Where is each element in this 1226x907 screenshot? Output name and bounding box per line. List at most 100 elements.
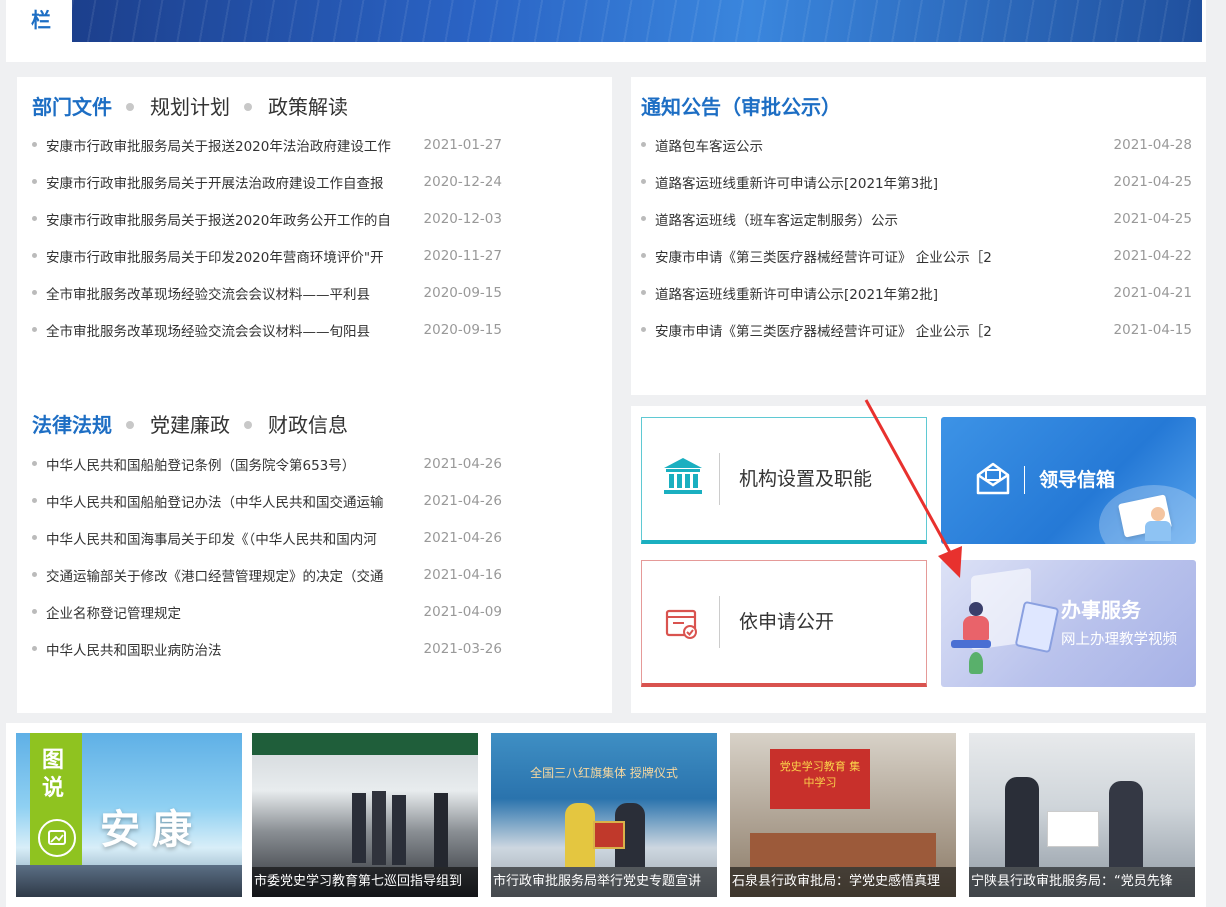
news-title[interactable]: 安康市行政审批服务局关于报送2020年政务公开工作的自	[46, 209, 406, 229]
notice-item[interactable]: 道路客运班线（班车客运定制服务）公示 2021-04-25	[641, 200, 1192, 237]
photo-news-1[interactable]: 市委党史学习教育第七巡回指导组到	[252, 733, 478, 897]
notice-item[interactable]: 安康市申请《第三类医疗器械经营许可证》 企业公示［2 2021-04-22	[641, 237, 1192, 274]
news-item[interactable]: 中华人民共和国职业病防治法 2021-03-26	[32, 630, 502, 667]
notice-item[interactable]: 道路包车客运公示 2021-04-28	[641, 126, 1192, 163]
news-item[interactable]: 中华人民共和国海事局关于印发《（中华人民共和国内河 2021-04-26	[32, 519, 502, 556]
notice-item-date: 2021-04-25	[1113, 173, 1192, 190]
news-title[interactable]: 安康市行政审批服务局关于印发2020年营商环境评价"开	[46, 246, 406, 266]
bullet	[641, 253, 646, 258]
notice-item[interactable]: 道路客运班线重新许可申请公示[2021年第2批] 2021-04-21	[641, 274, 1192, 311]
news-item[interactable]: 安康市行政审批服务局关于报送2020年法治政府建设工作 2021-01-27	[32, 126, 502, 163]
news-item[interactable]: 中华人民共和国船舶登记办法（中华人民共和国交通运输 2021-04-26	[32, 482, 502, 519]
photo-person	[392, 795, 406, 865]
photo-news-2[interactable]: 全国三八红旗集体 授牌仪式 市行政审批服务局举行党史专题宣讲	[491, 733, 717, 897]
photo-person	[565, 803, 595, 867]
photo-news-3[interactable]: 党史学习教育 集中学习 石泉县行政审批局：学党史感悟真理	[730, 733, 956, 897]
bullet	[32, 216, 37, 221]
red-arrow-annotation	[864, 399, 962, 578]
tile-divider	[719, 453, 720, 505]
tab-laws[interactable]: 法律法规	[32, 410, 112, 440]
tushuo-char-2: 说	[42, 776, 65, 801]
tab-party-integrity[interactable]: 党建廉政	[150, 410, 230, 440]
news-title[interactable]: 交通运输部关于修改《港口经营管理规定》的决定（交通	[46, 565, 406, 585]
news-date: 2020-09-15	[423, 284, 502, 301]
tab-dept-files[interactable]: 部门文件	[32, 92, 112, 122]
leader-mailbox-label: 领导信箱	[1039, 469, 1116, 491]
photo-caption[interactable]: 宁陕县行政审批服务局：“党员先锋	[969, 867, 1195, 897]
image-icon	[38, 819, 76, 857]
notice-title[interactable]: 通知公告（审批公示）	[641, 92, 841, 122]
tab-finance-info[interactable]: 财政信息	[268, 410, 348, 440]
news-title[interactable]: 中华人民共和国海事局关于印发《（中华人民共和国内河	[46, 528, 406, 548]
news-item[interactable]: 安康市行政审批服务局关于印发2020年营商环境评价"开 2020-11-27	[32, 237, 502, 274]
news-title[interactable]: 中华人民共和国船舶登记条例（国务院令第653号）	[46, 454, 406, 474]
news-item[interactable]: 企业名称登记管理规定 2021-04-09	[32, 593, 502, 630]
top-banner-image[interactable]	[72, 0, 1202, 42]
notice-item-title[interactable]: 安康市申请《第三类医疗器械经营许可证》 企业公示［2	[655, 320, 1015, 340]
bullet	[32, 290, 37, 295]
news-title[interactable]: 安康市行政审批服务局关于报送2020年法治政府建设工作	[46, 135, 406, 155]
notice-item-title[interactable]: 道路客运班线重新许可申请公示[2021年第2批]	[655, 283, 1015, 303]
photo-tushuo-ankang[interactable]: 图 说 安康	[16, 733, 242, 897]
dept-documents-card: 部门文件 规划计划 政策解读 安康市行政审批服务局关于报送2020年法治政府建设…	[17, 77, 612, 713]
news-item[interactable]: 安康市行政审批服务局关于报送2020年政务公开工作的自 2020-12-03	[32, 200, 502, 237]
notice-item-date: 2021-04-15	[1113, 321, 1192, 338]
news-title[interactable]: 企业名称登记管理规定	[46, 602, 406, 622]
bullet	[32, 609, 37, 614]
news-item[interactable]: 安康市行政审批服务局关于开展法治政府建设工作自查报 2020-12-24	[32, 163, 502, 200]
ankang-calligraphy: 安康	[100, 806, 204, 853]
news-date: 2020-11-27	[423, 247, 502, 264]
news-item[interactable]: 交通运输部关于修改《港口经营管理规定》的决定（交通 2021-04-16	[32, 556, 502, 593]
decor-person-body	[1145, 521, 1171, 541]
notice-item-date: 2021-04-21	[1113, 284, 1192, 301]
notice-item-title[interactable]: 道路客运班线重新许可申请公示[2021年第3批]	[655, 172, 1015, 192]
leader-mailbox-tile[interactable]: 领导信箱	[941, 417, 1196, 544]
service-handling-tile[interactable]: 办事服务 网上办理教学视频	[941, 560, 1196, 687]
bullet	[32, 646, 37, 651]
photo-banner-text: 全国三八红旗集体 授牌仪式	[530, 766, 678, 780]
bullet	[32, 179, 37, 184]
news-title[interactable]: 中华人民共和国船舶登记办法（中华人民共和国交通运输	[46, 491, 406, 511]
bullet	[641, 290, 646, 295]
notice-list: 道路包车客运公示 2021-04-28 道路客运班线重新许可申请公示[2021年第…	[641, 126, 1192, 348]
apply-disclosure-label: 依申请公开	[739, 611, 835, 633]
tab-planning[interactable]: 规划计划	[150, 92, 230, 122]
news-item[interactable]: 全市审批服务改革现场经验交流会会议材料——平利县 2020-09-15	[32, 274, 502, 311]
bullet	[32, 461, 37, 466]
notice-item-date: 2021-04-25	[1113, 210, 1192, 227]
photo-news-4[interactable]: 宁陕县行政审批服务局：“党员先锋	[969, 733, 1195, 897]
photo-caption[interactable]: 市行政审批服务局举行党史专题宣讲	[491, 867, 717, 897]
tab-policy-interpretation[interactable]: 政策解读	[268, 92, 348, 122]
decor-person-head	[1151, 507, 1165, 521]
photo-screen-text: 党史学习教育 集中学习	[779, 760, 861, 789]
photo-certificate	[1047, 811, 1099, 847]
notice-item-title[interactable]: 道路客运班线（班车客运定制服务）公示	[655, 209, 1015, 229]
law-tabs: 法律法规 党建廉政 财政信息	[32, 410, 348, 440]
photo-person	[1109, 781, 1143, 867]
notice-item-title[interactable]: 道路包车客运公示	[655, 135, 1015, 155]
bullet	[32, 142, 37, 147]
bullet	[32, 572, 37, 577]
notice-item-title[interactable]: 安康市申请《第三类医疗器械经营许可证》 企业公示［2	[655, 246, 1015, 266]
photo-person	[372, 791, 386, 865]
bullet	[32, 327, 37, 332]
news-item[interactable]: 中华人民共和国船舶登记条例（国务院令第653号） 2021-04-26	[32, 445, 502, 482]
dept-tabs: 部门文件 规划计划 政策解读	[32, 92, 348, 122]
bullet	[641, 179, 646, 184]
news-title[interactable]: 安康市行政审批服务局关于开展法治政府建设工作自查报	[46, 172, 406, 192]
news-item[interactable]: 全市审批服务改革现场经验交流会会议材料——旬阳县 2020-09-15	[32, 311, 502, 348]
notice-item[interactable]: 道路客运班线重新许可申请公示[2021年第3批] 2021-04-25	[641, 163, 1192, 200]
decor-person-body	[963, 616, 989, 640]
tab-separator-dot	[126, 103, 134, 111]
photo-caption[interactable]: 市委党史学习教育第七巡回指导组到	[252, 867, 478, 897]
photo-meeting-table	[750, 833, 936, 867]
notice-item-date: 2021-04-22	[1113, 247, 1192, 264]
notice-item[interactable]: 安康市申请《第三类医疗器械经营许可证》 企业公示［2 2021-04-15	[641, 311, 1192, 348]
photo-caption[interactable]: 石泉县行政审批局：学党史感悟真理	[730, 867, 956, 897]
news-title[interactable]: 中华人民共和国职业病防治法	[46, 639, 406, 659]
news-date: 2021-04-26	[423, 455, 502, 472]
column-label: 栏	[31, 8, 51, 32]
photo-person	[434, 793, 448, 867]
news-title[interactable]: 全市审批服务改革现场经验交流会会议材料——旬阳县	[46, 320, 406, 340]
news-title[interactable]: 全市审批服务改革现场经验交流会会议材料——平利县	[46, 283, 406, 303]
